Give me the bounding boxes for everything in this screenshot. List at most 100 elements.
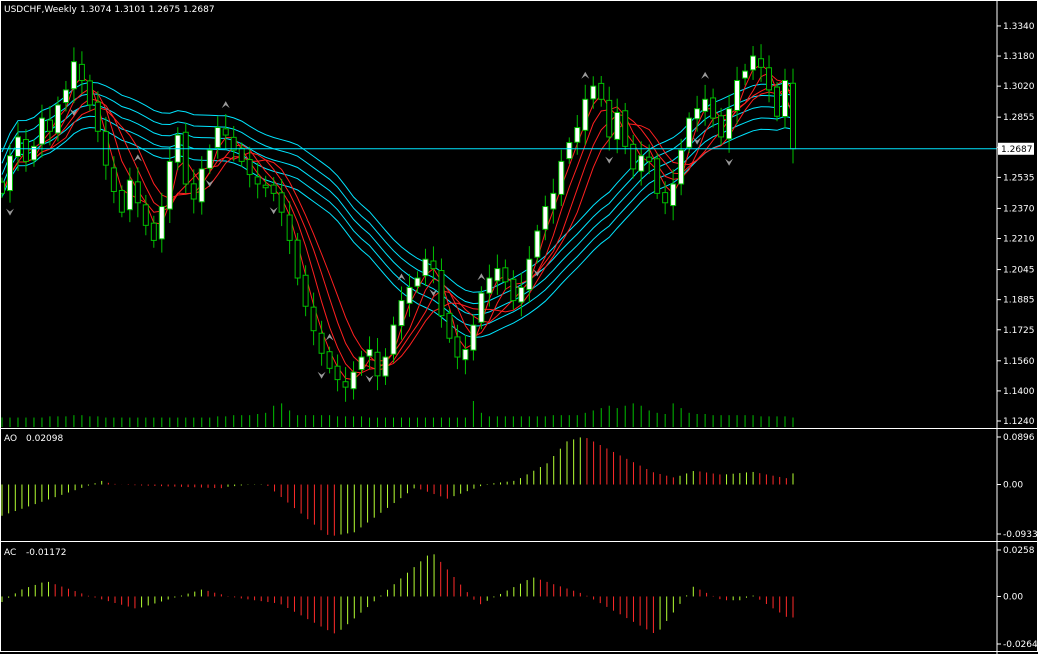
candle-body [334, 365, 341, 381]
ao-value: 0.02098 [26, 434, 63, 444]
price-tick-label: 1.1400 [1003, 387, 1035, 397]
ac-value: -0.01172 [26, 548, 66, 558]
chart-symbol-title: USDCHF,Weekly [4, 5, 77, 15]
candle-body [622, 110, 629, 147]
candle-body [678, 149, 685, 185]
candle-body [774, 86, 781, 117]
candle-body [566, 142, 573, 160]
candle-body [350, 371, 357, 390]
candle-body [710, 97, 717, 119]
candle-body [46, 119, 53, 132]
price-tick-label: 1.2370 [1003, 204, 1035, 214]
candle-body [78, 63, 85, 81]
candle-body [14, 136, 21, 157]
candle-body [262, 184, 269, 189]
current-price-label: 1.2687 [1001, 145, 1033, 155]
trading-chart[interactable]: 1.33401.31801.30201.28551.26951.25351.23… [0, 0, 1038, 654]
candle-body [494, 268, 501, 282]
candle-body [510, 278, 517, 302]
candle-body [278, 192, 285, 213]
candle-body [606, 99, 613, 138]
candle-body [22, 139, 29, 162]
candle-body [134, 181, 141, 204]
candle-body [782, 79, 789, 118]
candle-body [374, 351, 381, 377]
candle-body [550, 192, 557, 210]
candle-body [6, 155, 13, 192]
price-tick-label: 1.1560 [1003, 357, 1035, 367]
candle-body [54, 104, 61, 134]
candle-body [422, 258, 429, 277]
candle-body [638, 155, 645, 172]
candle-body [654, 158, 661, 194]
candle-body [286, 214, 293, 241]
candle-body [702, 98, 709, 112]
candle-body [182, 131, 189, 185]
candle-body [462, 349, 469, 361]
candle-body [238, 147, 245, 162]
candle-body [454, 336, 461, 358]
candle-body [70, 61, 77, 90]
candle-body [518, 286, 525, 303]
candle-body [726, 108, 733, 140]
candle-body [534, 230, 541, 258]
candle-body [326, 351, 333, 369]
candle-body [670, 183, 677, 207]
candle-body [294, 239, 301, 279]
candle-body [198, 168, 205, 203]
ac-tick-label: -0.0264 [1003, 640, 1038, 650]
ac-tick-label: 0.0258 [1003, 546, 1035, 556]
candle-body [254, 176, 261, 185]
candle-body [486, 277, 493, 294]
candle-body [718, 115, 725, 138]
current-price-flag: 1.2687 [998, 142, 1034, 155]
candle-body [526, 258, 533, 291]
candle-body [478, 292, 485, 323]
candle-body [790, 82, 796, 150]
candle-body [662, 192, 669, 204]
candle-body [590, 85, 597, 100]
candle-body [142, 204, 149, 226]
ac-tick-label: 0.00 [1003, 592, 1023, 602]
candle-body [158, 206, 165, 240]
candle-body [318, 332, 325, 354]
chart-ohlc-values: 1.3074 1.3101 1.2675 1.2687 [80, 5, 215, 15]
candle-body [230, 136, 237, 151]
price-tick-label: 1.1240 [1003, 417, 1035, 427]
candle-body [390, 324, 397, 355]
candle-body [502, 267, 509, 283]
candle-body [38, 117, 45, 145]
candle-body [358, 356, 365, 371]
candle-body [766, 67, 773, 91]
candle-body [94, 101, 101, 132]
price-tick-label: 1.2045 [1003, 266, 1035, 276]
candle-body [214, 127, 221, 148]
ao-tick-label: 0.00 [1003, 481, 1023, 491]
candle-body [246, 159, 253, 176]
candle-body [310, 306, 317, 332]
ao-label: AO [4, 434, 17, 444]
candle-body [598, 82, 605, 100]
candle-body [734, 79, 741, 111]
candle-body [398, 300, 405, 327]
candle-body [574, 127, 581, 143]
candle-body [438, 270, 445, 317]
candle-body [126, 179, 133, 211]
ao-tick-label: 0.0896 [1003, 433, 1035, 443]
ao-tick-label: -0.0933 [1003, 530, 1038, 540]
candle-body [758, 58, 765, 68]
candle-body [86, 80, 93, 106]
chart-background [0, 0, 1038, 654]
candle-body [366, 349, 373, 357]
price-tick-label: 1.3180 [1003, 52, 1035, 62]
candle-body [382, 356, 389, 377]
candle-body [446, 312, 453, 339]
candle-body [430, 260, 437, 270]
candle-body [646, 156, 653, 162]
candle-body [270, 184, 277, 194]
ac-label: AC [4, 548, 16, 558]
candle-body [110, 167, 117, 192]
candle-body [406, 286, 413, 304]
price-tick-label: 1.1725 [1003, 326, 1035, 336]
candle-body [414, 277, 421, 287]
